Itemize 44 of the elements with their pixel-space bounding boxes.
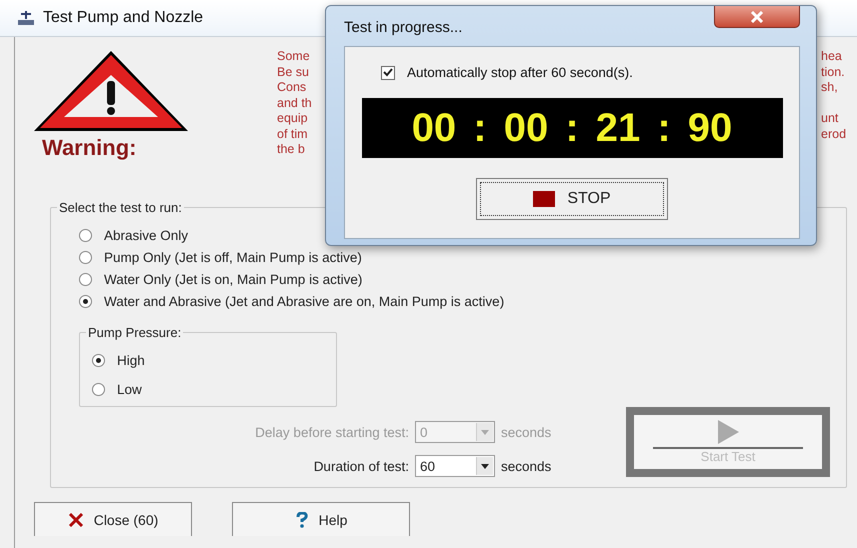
timer-display: 00 : 00 : 21 : 90 — [362, 98, 782, 158]
warning-text: Be su — [277, 64, 309, 80]
help-button[interactable]: Help — [232, 502, 410, 536]
dropdown-arrow-icon — [481, 464, 489, 468]
warning-text: of tim — [277, 126, 308, 142]
warning-text: the b — [277, 142, 305, 158]
check-icon — [383, 68, 393, 77]
stop-icon — [533, 191, 556, 207]
warning-text: tion. — [821, 64, 845, 80]
field-label: Delay before starting test: — [254, 424, 409, 440]
radio-option[interactable]: Abrasive Only — [79, 226, 846, 244]
radio-option[interactable]: Low — [92, 380, 336, 398]
app-icon — [17, 10, 35, 26]
dialog-title: Test in progress... — [344, 19, 462, 36]
radio-option[interactable]: Pump Only (Jet is off, Main Pump is active) — [79, 248, 846, 266]
field-label: Duration of test: — [312, 458, 409, 474]
help-icon — [294, 512, 309, 528]
warning-text: sh, — [821, 80, 838, 96]
radio-option[interactable]: Water Only (Jet is on, Main Pump is active) — [79, 270, 846, 288]
warning-text: hea — [821, 49, 842, 64]
warning-text: and th — [277, 96, 312, 111]
unit-label: seconds — [501, 424, 552, 440]
dropdown-field[interactable]: 60 — [415, 455, 495, 477]
warning-text: erod — [821, 126, 846, 142]
close-button[interactable]: Close (60) — [34, 502, 192, 536]
stop-button[interactable]: STOP — [476, 178, 668, 220]
window-title: Test Pump and Nozzle — [43, 9, 204, 27]
radio-option[interactable]: High — [92, 351, 336, 369]
warning-icon — [32, 49, 190, 133]
play-icon — [716, 419, 740, 445]
auto-stop-checkbox[interactable]: Automatically stop after 60 second(s). — [381, 65, 633, 80]
warning-text: Some — [277, 49, 310, 64]
group-label: Select the test to run: — [57, 200, 184, 215]
close-icon — [68, 512, 84, 526]
dropdown-arrow-icon — [481, 430, 489, 434]
warning-label: Warning: — [42, 135, 136, 161]
unit-label: seconds — [501, 458, 552, 474]
warning-text: unt — [821, 111, 838, 126]
warning-text: equip — [277, 111, 308, 126]
warning-text: Cons — [277, 80, 306, 96]
group-label: Pump Pressure: — [86, 325, 184, 340]
close-button[interactable] — [714, 6, 800, 28]
close-icon — [750, 10, 764, 22]
radio-option[interactable]: Water and Abrasive (Jet and Abrasive are on, Main Pump is active) — [79, 292, 846, 310]
